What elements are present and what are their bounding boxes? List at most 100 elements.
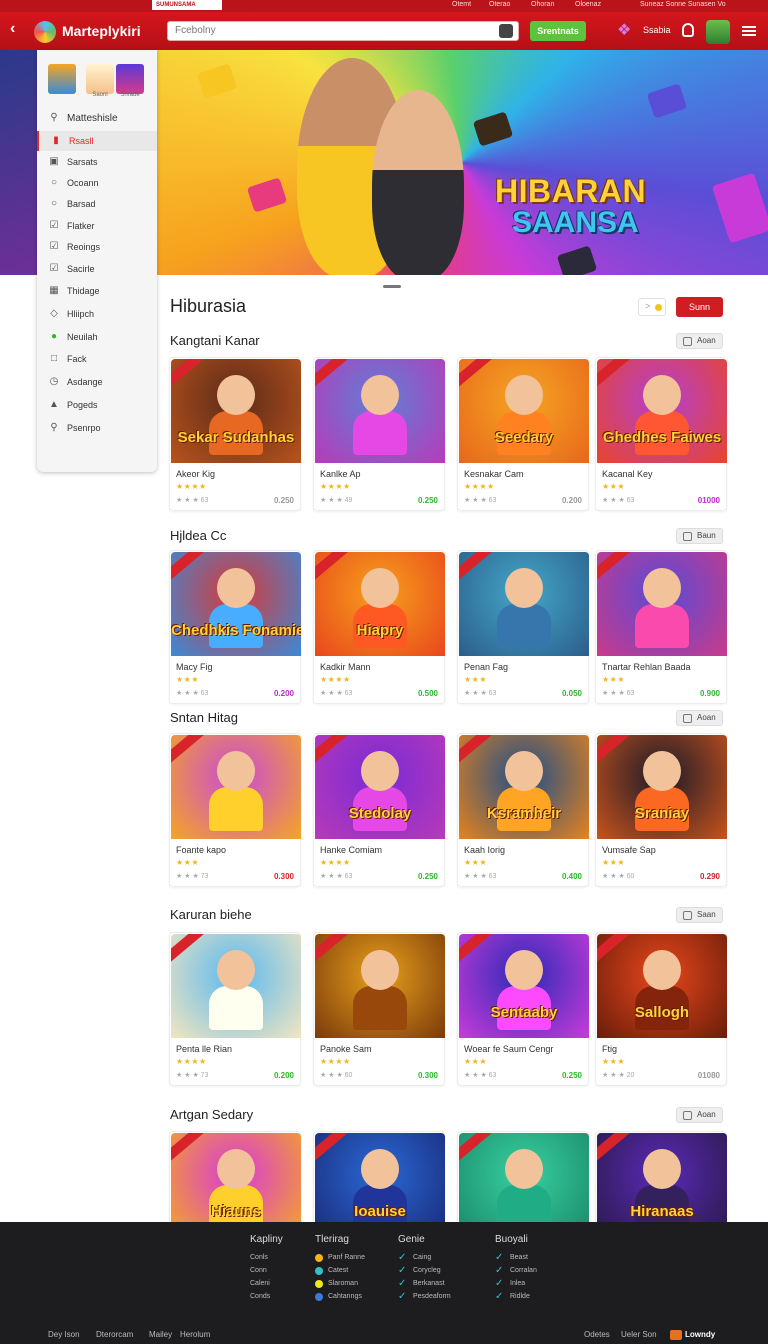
footer-link[interactable]: Conls — [250, 1251, 283, 1264]
game-card[interactable]: Seedary Kesnakar Cam ★★★★ ★ ★ ★ 63 0.200 — [457, 357, 589, 511]
game-card[interactable]: Sallogh Ftig ★★★ ★ ★ ★ 20 01080 — [595, 932, 727, 1086]
game-thumbnail[interactable]: Seedary — [459, 359, 589, 463]
game-card[interactable]: Stedolay Hanke Comiam ★★★★ ★ ★ ★ 63 0.250 — [313, 733, 445, 887]
sidebar-search[interactable]: ⚲ Matteshisle — [37, 108, 157, 128]
sidebar-item[interactable]: ⚲ Psenrpo — [37, 418, 157, 438]
footer-link[interactable]: Conn — [250, 1264, 283, 1277]
game-thumbnail[interactable]: Hiapry — [315, 552, 445, 656]
sidebar-thumb[interactable] — [86, 64, 114, 94]
sidebar-item[interactable]: ○ Ocoann — [37, 173, 157, 193]
game-thumbnail[interactable]: Chedhkis Fonamie — [171, 552, 301, 656]
footer-brand[interactable]: Lowndy — [670, 1330, 715, 1340]
game-thumbnail[interactable] — [171, 735, 301, 839]
game-thumbnail[interactable]: Sekar Sudanhas — [171, 359, 301, 463]
game-card[interactable]: Foante kapo ★★★ ★ ★ ★ 73 0.300 — [169, 733, 301, 887]
primary-button[interactable]: Sunn — [676, 297, 723, 317]
footer-link[interactable]: Caleni — [250, 1277, 283, 1290]
footer-link[interactable]: Panf Ranne — [315, 1251, 365, 1264]
footer-link[interactable]: ✓ Inlea — [495, 1277, 537, 1290]
sidebar-item[interactable]: ▲ Pogeds — [37, 395, 157, 415]
sidebar-item[interactable]: ▦ Thidage — [37, 281, 157, 301]
search-input[interactable]: Fcebolny — [167, 21, 519, 41]
sidebar-item[interactable]: ● Neuilah — [37, 327, 157, 347]
back-arrow-icon[interactable]: ‹ — [10, 20, 15, 38]
game-thumbnail[interactable]: Sentaaby — [459, 934, 589, 1038]
sidebar-item[interactable]: ☑ Flatker — [37, 216, 157, 236]
footer-link[interactable]: Conds — [250, 1290, 283, 1303]
review-count: ★ ★ ★ 60 — [320, 1072, 353, 1079]
game-card[interactable]: Panoke Sam ★★★★ ★ ★ ★ 60 0.300 — [313, 932, 445, 1086]
sidebar-item[interactable]: ☑ Reoings — [37, 237, 157, 257]
footer-link[interactable]: ✓ Ridlde — [495, 1290, 537, 1303]
section-view-all-button[interactable]: Aoan — [676, 710, 723, 726]
gamepad-icon[interactable]: ❖ — [617, 23, 635, 39]
footer-link[interactable]: ✓ Caing — [398, 1251, 451, 1264]
sidebar-item[interactable]: □ Fack — [37, 349, 157, 369]
section-view-all-button[interactable]: Aoan — [676, 333, 723, 349]
user-avatar[interactable] — [706, 20, 730, 44]
game-thumbnail[interactable]: Sraniay — [597, 735, 727, 839]
footer-bottom-link[interactable]: Herolum — [180, 1330, 210, 1339]
game-card[interactable]: Tnartar Rehlan Baada ★★★ ★ ★ ★ 63 0.900 — [595, 550, 727, 704]
sidebar-item[interactable]: ○ Barsad — [37, 194, 157, 214]
game-card[interactable]: Sraniay Vumsafe Sap ★★★ ★ ★ ★ 60 0.290 — [595, 733, 727, 887]
top-strip-link[interactable]: Ohoran — [531, 0, 554, 10]
menu-icon[interactable] — [742, 26, 756, 36]
sidebar-item-home[interactable]: ▮ Rsasll — [37, 131, 157, 151]
section-view-all-button[interactable]: Aoan — [676, 1107, 723, 1123]
top-strip-badge[interactable]: SUMUNSAMA — [152, 0, 222, 10]
footer-link[interactable]: ✓ Corycleg — [398, 1264, 451, 1277]
game-card[interactable]: Penan Fag ★★★ ★ ★ ★ 63 0.050 — [457, 550, 589, 704]
section-view-all-button[interactable]: Saan — [676, 907, 723, 923]
footer-link[interactable]: ✓ Pesdeaform — [398, 1290, 451, 1303]
footer-link[interactable]: Catest — [315, 1264, 365, 1277]
game-thumbnail[interactable] — [315, 934, 445, 1038]
header-action-button[interactable]: Srentnats — [530, 21, 586, 41]
game-card[interactable]: Ghedhes Faiwes Kacanal Key ★★★ ★ ★ ★ 63 0100… — [595, 357, 727, 511]
game-thumbnail[interactable] — [597, 552, 727, 656]
sidebar-item[interactable]: ☑ Sacirle — [37, 259, 157, 279]
game-card[interactable]: Ksramheir Kaah Iorig ★★★ ★ ★ ★ 63 0.400 — [457, 733, 589, 887]
game-thumbnail[interactable]: Ghedhes Faiwes — [597, 359, 727, 463]
game-card[interactable]: Kanlke Ap ★★★★ ★ ★ ★ 49 0.250 — [313, 357, 445, 511]
notification-bell-icon[interactable] — [682, 23, 694, 37]
top-strip-link[interactable]: Otemt — [452, 0, 471, 10]
game-card[interactable]: Penta lle Rian ★★★★ ★ ★ ★ 73 0.200 — [169, 932, 301, 1086]
footer-link[interactable]: ✓ Berkanast — [398, 1277, 451, 1290]
app-logo-icon[interactable] — [34, 21, 56, 43]
game-card[interactable]: Hiapry Kadkir Mann ★★★★ ★ ★ ★ 63 0.500 — [313, 550, 445, 704]
character-figure — [209, 787, 263, 831]
game-thumbnail[interactable] — [171, 934, 301, 1038]
search-avatar-icon[interactable] — [499, 24, 513, 38]
top-strip-link[interactable]: Oterao — [489, 0, 510, 10]
footer-bottom-link[interactable]: Odetes — [584, 1330, 610, 1339]
footer-link[interactable]: ✓ Beast — [495, 1251, 537, 1264]
search-placeholder: Fcebolny — [175, 25, 216, 36]
top-strip-link[interactable]: Oloenaz — [575, 0, 601, 10]
footer-link[interactable]: Slaroman — [315, 1277, 365, 1290]
user-label[interactable]: Ssabia — [643, 25, 671, 35]
footer-bottom-link[interactable]: Ueler Son — [621, 1330, 657, 1339]
section-view-all-button[interactable]: Baun — [676, 528, 723, 544]
footer-bottom-link[interactable]: Dey Ison — [48, 1330, 80, 1339]
sidebar-item[interactable]: ▣ Sarsats — [37, 152, 157, 172]
sidebar-thumb[interactable] — [116, 64, 144, 94]
game-thumbnail[interactable]: Stedolay — [315, 735, 445, 839]
footer-link[interactable]: Cahtanngs — [315, 1290, 365, 1303]
game-thumbnail[interactable] — [315, 359, 445, 463]
filter-toggle[interactable]: > — [638, 298, 666, 316]
game-thumbnail[interactable] — [459, 552, 589, 656]
sidebar-item[interactable]: ◇ Hliipch — [37, 304, 157, 324]
game-card[interactable]: Sentaaby Woear fe Saum Cengr ★★★ ★ ★ ★ 63 0.… — [457, 932, 589, 1086]
sidebar-thumb[interactable] — [48, 64, 76, 94]
sidebar-item[interactable]: ◷ Asdange — [37, 372, 157, 392]
game-card[interactable]: Sekar Sudanhas Akeor Kig ★★★★ ★ ★ ★ 63 0.250 — [169, 357, 301, 511]
top-strip-promo[interactable]: Suneaz Sonne Sunasen Vo — [640, 0, 726, 10]
carousel-handle[interactable] — [383, 285, 401, 288]
footer-bottom-link[interactable]: Mailey — [149, 1330, 172, 1339]
footer-bottom-link[interactable]: Dterorcam — [96, 1330, 133, 1339]
game-thumbnail[interactable]: Sallogh — [597, 934, 727, 1038]
footer-link[interactable]: ✓ Corralan — [495, 1264, 537, 1277]
game-card[interactable]: Chedhkis Fonamie Macy Fig ★★★ ★ ★ ★ 63 0.200 — [169, 550, 301, 704]
game-thumbnail[interactable]: Ksramheir — [459, 735, 589, 839]
